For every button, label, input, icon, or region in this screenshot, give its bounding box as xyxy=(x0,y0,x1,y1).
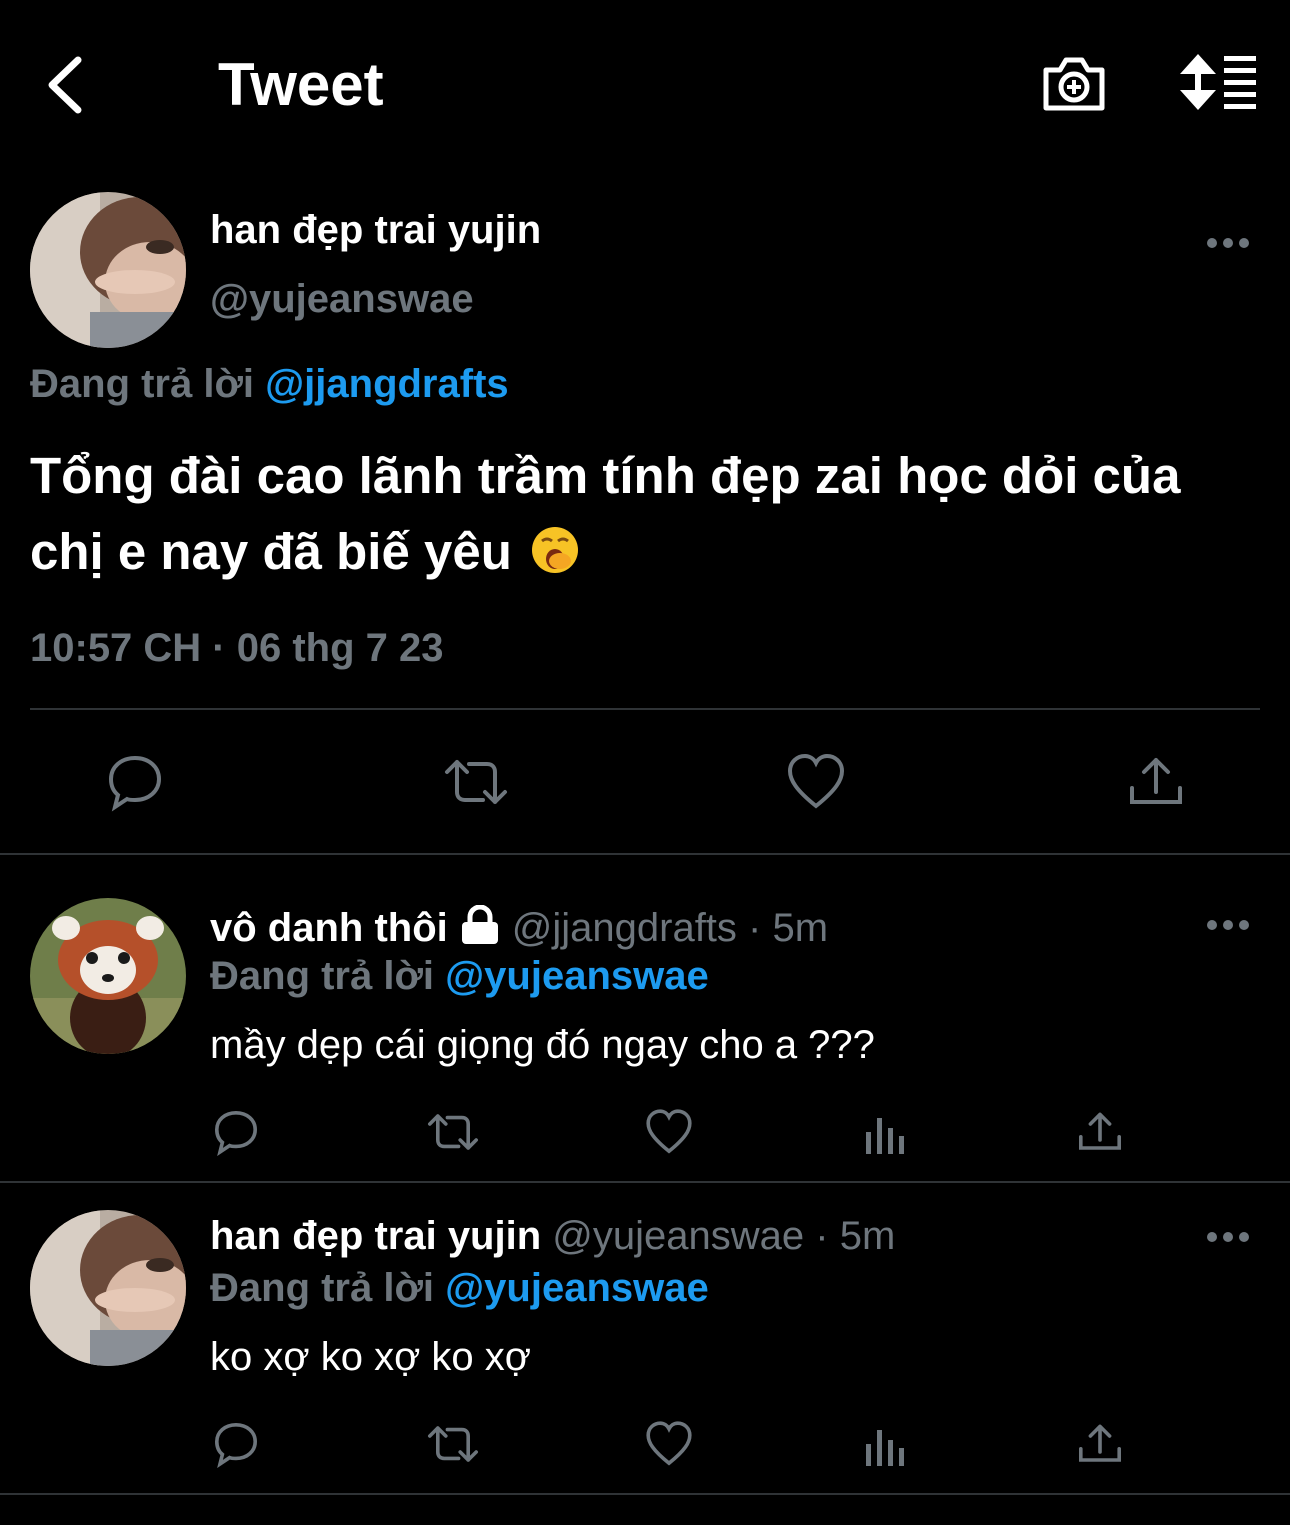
red-panda-avatar-icon xyxy=(30,898,186,1054)
heart-icon xyxy=(646,1109,692,1154)
replying-to: Đang trả lời @jjangdrafts xyxy=(30,360,509,408)
back-button[interactable] xyxy=(40,50,100,120)
avatar-photo-icon xyxy=(30,1210,186,1366)
retweet-button[interactable] xyxy=(443,752,507,812)
share-icon xyxy=(1079,1424,1121,1462)
replying-to-link[interactable]: @yujeanswae xyxy=(445,954,709,998)
top-bar: Tweet xyxy=(0,0,1290,170)
like-button[interactable] xyxy=(645,1108,693,1156)
sort-replies-button[interactable] xyxy=(1178,54,1258,110)
replying-to-link[interactable]: @jjangdrafts xyxy=(265,362,508,406)
retweet-button[interactable] xyxy=(426,1420,480,1468)
chevron-left-icon xyxy=(48,56,82,114)
reply-button[interactable] xyxy=(212,1420,260,1469)
avatar-photo-icon xyxy=(30,192,186,348)
lock-icon xyxy=(461,905,498,944)
retweet-button[interactable] xyxy=(426,1108,480,1156)
retweet-icon xyxy=(428,1114,479,1150)
retweet-icon xyxy=(445,760,507,804)
reply-icon xyxy=(108,755,162,812)
replying-to: Đang trả lời @yujeanswae xyxy=(210,952,709,1000)
avatar[interactable] xyxy=(30,192,186,348)
share-icon xyxy=(1079,1112,1121,1150)
heart-icon xyxy=(646,1421,692,1466)
replying-label: Đang trả lời xyxy=(210,954,435,998)
divider xyxy=(0,853,1290,855)
reply-button[interactable] xyxy=(212,1108,260,1157)
replying-to-link[interactable]: @yujeanswae xyxy=(445,1266,709,1310)
tweet-timestamp: 10:57 CH · 06 thg 7 23 xyxy=(30,626,444,670)
retweet-icon xyxy=(428,1426,479,1462)
divider xyxy=(0,1181,1290,1183)
avatar[interactable] xyxy=(30,898,186,1054)
analytics-button[interactable] xyxy=(862,1422,910,1470)
divider xyxy=(30,708,1260,710)
tweet-text: Tổng đài cao lãnh trầm tính đẹp zai học … xyxy=(30,438,1265,590)
camera-button[interactable] xyxy=(1040,52,1108,114)
author-handle[interactable]: @jjangdrafts xyxy=(512,906,737,950)
sort-icon xyxy=(1180,54,1256,110)
replying-label: Đang trả lời xyxy=(210,1266,435,1310)
tweet-body: Tổng đài cao lãnh trầm tính đẹp zai học … xyxy=(30,447,1181,580)
divider xyxy=(0,1493,1290,1495)
reply-header: han đẹp trai yujin @yujeanswae · 5m xyxy=(210,1212,895,1260)
yawning-face-icon xyxy=(532,527,579,573)
more-options-button[interactable] xyxy=(1206,1230,1250,1242)
author-handle[interactable]: @yujeanswae xyxy=(210,275,474,323)
share-button[interactable] xyxy=(1126,752,1186,812)
more-options-button[interactable] xyxy=(1206,918,1250,930)
author-name[interactable]: han đẹp trai yujin xyxy=(210,1214,541,1258)
reply-text: mầy dẹp cái giọng đó ngay cho a ??? xyxy=(210,1023,875,1067)
analytics-button[interactable] xyxy=(862,1110,910,1158)
heart-icon xyxy=(787,753,845,809)
avatar[interactable] xyxy=(30,1210,186,1366)
reply-header: vô danh thôi @jjangdrafts · 5m xyxy=(210,904,828,952)
reply-icon xyxy=(214,1110,258,1157)
replying-label: Đang trả lời xyxy=(30,362,255,406)
like-button[interactable] xyxy=(786,752,846,812)
ellipsis-icon xyxy=(1207,238,1249,248)
page-title: Tweet xyxy=(218,51,384,118)
reply-text: ko xợ ko xợ ko xợ xyxy=(210,1335,531,1379)
camera-plus-icon xyxy=(1043,57,1105,111)
share-button[interactable] xyxy=(1076,1108,1124,1156)
like-button[interactable] xyxy=(645,1420,693,1468)
author-name[interactable]: vô danh thôi xyxy=(210,906,448,950)
share-button[interactable] xyxy=(1076,1420,1124,1468)
share-icon xyxy=(1130,758,1182,804)
reply-button[interactable] xyxy=(105,752,165,812)
analytics-icon xyxy=(866,1118,904,1154)
reply-time: · 5m xyxy=(815,1214,896,1258)
reply-time: · 5m xyxy=(748,906,829,950)
ellipsis-icon xyxy=(1207,1232,1249,1242)
author-handle[interactable]: @yujeanswae xyxy=(552,1214,804,1258)
ellipsis-icon xyxy=(1207,920,1249,930)
more-options-button[interactable] xyxy=(1206,236,1250,248)
reply-icon xyxy=(214,1422,258,1469)
analytics-icon xyxy=(866,1430,904,1466)
author-name[interactable]: han đẹp trai yujin xyxy=(210,206,541,254)
replying-to: Đang trả lời @yujeanswae xyxy=(210,1264,709,1312)
